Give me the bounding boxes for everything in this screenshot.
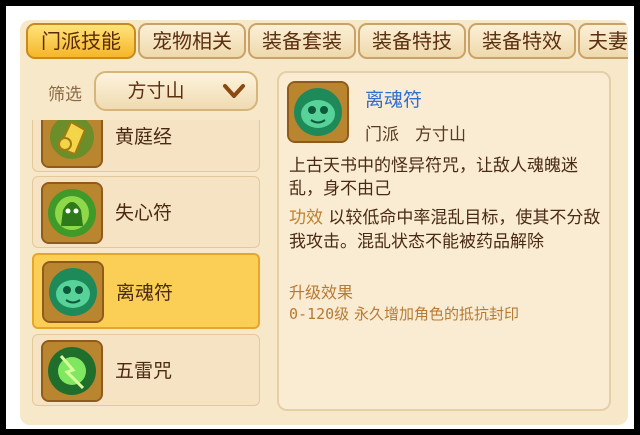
list-item[interactable]: 五雷咒 bbox=[32, 334, 260, 406]
green-lightning-icon bbox=[41, 340, 103, 402]
skill-panel: 门派技能 宠物相关 装备套装 装备特技 装备特效 夫妻 筛选 方寸山 黄庭经 失… bbox=[20, 20, 628, 425]
upgrade-text: 永久增加角色的抵抗封印 bbox=[353, 305, 519, 323]
tab-spouse[interactable]: 夫妻 bbox=[578, 23, 628, 59]
skill-detail-panel: 离魂符 门派 方寸山 上古天书中的怪异符咒，让敌人魂魄迷乱，身不由己 功效 以较… bbox=[277, 71, 611, 411]
effect-text: 以较低命中率混乱目标，使其不分敌我攻击。混乱状态不能被药品解除 bbox=[289, 208, 601, 252]
skill-effect: 功效 以较低命中率混乱目标，使其不分敌我攻击。混乱状态不能被药品解除 bbox=[289, 206, 607, 254]
tab-bar: 门派技能 宠物相关 装备套装 装备特技 装备特效 夫妻 bbox=[20, 20, 628, 64]
yellow-scroll-icon bbox=[41, 120, 103, 168]
school-value: 方寸山 bbox=[415, 125, 466, 145]
skill-label: 失心符 bbox=[115, 202, 173, 224]
skill-label: 五雷咒 bbox=[115, 360, 173, 382]
green-spirit-icon bbox=[42, 261, 104, 323]
tab-equip-set[interactable]: 装备套装 bbox=[248, 23, 356, 59]
upgrade-effect: 0-120级 永久增加角色的抵抗封印 bbox=[289, 303, 519, 324]
tab-equip-skill[interactable]: 装备特技 bbox=[358, 23, 466, 59]
school-label: 门派 bbox=[365, 125, 399, 145]
list-item-selected[interactable]: 离魂符 bbox=[32, 253, 260, 329]
filter-label: 筛选 bbox=[48, 85, 82, 105]
skill-name: 离魂符 bbox=[365, 89, 423, 111]
filter-dropdown[interactable]: 方寸山 bbox=[94, 71, 258, 111]
tab-pet[interactable]: 宠物相关 bbox=[138, 23, 246, 59]
tab-equip-effect[interactable]: 装备特效 bbox=[468, 23, 576, 59]
skill-label: 离魂符 bbox=[116, 282, 174, 304]
window-frame: 门派技能 宠物相关 装备套装 装备特技 装备特效 夫妻 筛选 方寸山 黄庭经 失… bbox=[6, 6, 634, 429]
list-item[interactable]: 失心符 bbox=[32, 176, 260, 248]
skill-description: 上古天书中的怪异符咒，让敌人魂魄迷乱，身不由己 bbox=[289, 156, 578, 199]
skill-list[interactable]: 黄庭经 失心符 离魂符 五雷咒 bbox=[32, 120, 260, 425]
chevron-down-icon bbox=[223, 84, 245, 98]
list-item[interactable]: 黄庭经 bbox=[32, 120, 260, 172]
green-figure-icon bbox=[41, 182, 103, 244]
upgrade-range: 0-120级 bbox=[289, 305, 350, 323]
tab-school-skills[interactable]: 门派技能 bbox=[26, 23, 136, 59]
skill-label: 黄庭经 bbox=[115, 126, 173, 148]
filter-value: 方寸山 bbox=[127, 80, 185, 102]
effect-tag: 功效 bbox=[289, 208, 323, 228]
green-spirit-icon bbox=[287, 81, 349, 143]
upgrade-title: 升级效果 bbox=[289, 283, 354, 302]
